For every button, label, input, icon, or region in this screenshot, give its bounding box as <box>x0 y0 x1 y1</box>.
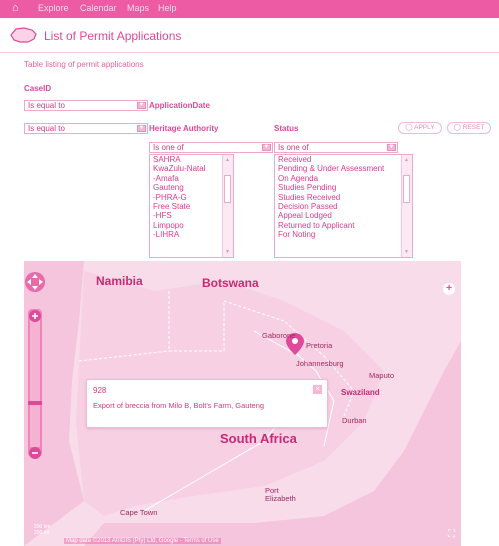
map-scale: 200 km 200 mi <box>34 524 50 536</box>
map-view[interactable]: Namibia Botswana South Africa Swaziland … <box>24 261 461 546</box>
africa-map-icon <box>10 27 37 43</box>
list-item[interactable]: Gauteng <box>150 183 233 192</box>
map-zoom-control[interactable] <box>24 261 46 461</box>
chevron-down-icon: ▼ <box>137 102 146 109</box>
top-nav-bar: ⌂ Explore Calendar Maps Help <box>0 0 499 18</box>
popup-description: Export of breccia from Milo B, Bolt's Fa… <box>93 401 265 410</box>
application-date-label: ApplicationDate <box>149 101 210 110</box>
scroll-down-icon[interactable]: ▼ <box>403 249 410 255</box>
list-item[interactable]: SAHRA <box>150 155 233 164</box>
status-operator-value: Is one of <box>278 143 309 152</box>
application-date-operator-select[interactable]: Is equal to ▼ <box>24 123 148 134</box>
map-info-popup: 928 Export of breccia from Milo B, Bolt'… <box>86 379 328 428</box>
map-attribution[interactable]: Map data ©2013 AfriGIS (Pty) Ltd, Google… <box>64 538 221 544</box>
home-icon[interactable]: ⌂ <box>12 2 19 14</box>
scroll-up-icon[interactable]: ▲ <box>403 157 410 163</box>
application-date-operator-value: Is equal to <box>28 124 65 133</box>
list-item[interactable]: Free State <box>150 202 233 211</box>
list-item[interactable]: -HFS <box>150 211 233 220</box>
fullscreen-icon[interactable]: ⛶ <box>448 529 455 540</box>
map-label-gaborone: Gaborone <box>262 331 296 340</box>
nav-maps[interactable]: Maps <box>127 3 149 13</box>
close-icon[interactable]: ✕ <box>313 385 322 394</box>
caseid-operator-select[interactable]: Is equal to ▼ <box>24 100 148 111</box>
scroll-thumb[interactable] <box>403 175 410 203</box>
nav-calendar[interactable]: Calendar <box>80 3 117 13</box>
reset-icon: ◯ <box>453 124 461 131</box>
map-label-pretoria: Pretoria <box>306 341 333 350</box>
list-item[interactable]: Appeal Lodged <box>275 211 412 220</box>
scroll-thumb[interactable] <box>224 175 231 203</box>
chevron-down-icon: ▼ <box>387 144 396 151</box>
scale-mi: 200 mi <box>34 530 50 536</box>
map-label-namibia: Namibia <box>96 274 143 288</box>
status-listbox[interactable]: Received Pending & Under Assessment On A… <box>274 154 413 258</box>
caseid-label: CaseID <box>24 84 52 93</box>
map-label-botswana: Botswana <box>202 276 259 290</box>
list-item[interactable]: -PHRA-G <box>150 193 233 202</box>
map-label-cape-town: Cape Town <box>120 508 158 517</box>
nav-help[interactable]: Help <box>158 3 177 13</box>
status-scrollbar[interactable]: ▲ ▼ <box>401 155 412 257</box>
heritage-authority-label: Heritage Authority <box>149 124 219 133</box>
list-item[interactable]: -LIHRA <box>150 230 233 239</box>
reset-button[interactable]: ◯ RESET <box>447 122 491 134</box>
page-header: List of Permit Applications <box>0 18 499 53</box>
apply-label: APPLY <box>414 124 435 131</box>
map-label-johannesburg: Johannesburg <box>296 359 344 368</box>
popup-case-id[interactable]: 928 <box>93 386 106 395</box>
scroll-down-icon[interactable]: ▼ <box>224 249 231 255</box>
list-item[interactable]: Pending & Under Assessment <box>275 164 412 173</box>
map-label-swaziland: Swaziland <box>341 388 380 397</box>
list-item[interactable]: Received <box>275 155 412 164</box>
map-expand-button[interactable]: + <box>443 283 455 295</box>
heritage-authority-operator-select[interactable]: Is one of ▼ <box>149 142 273 153</box>
chevron-down-icon: ▼ <box>137 125 146 132</box>
list-item[interactable]: Studies Pending <box>275 183 412 192</box>
list-item[interactable]: Limpopo <box>150 221 233 230</box>
scroll-up-icon[interactable]: ▲ <box>224 157 231 163</box>
map-label-maputo: Maputo <box>369 371 395 380</box>
list-item[interactable]: On Agenda <box>275 174 412 183</box>
heritage-authority-scrollbar[interactable]: ▲ ▼ <box>222 155 233 257</box>
chevron-down-icon: ▼ <box>262 144 271 151</box>
list-item[interactable]: -Amafa <box>150 174 233 183</box>
map-label-south-africa: South Africa <box>220 431 297 446</box>
heritage-authority-listbox[interactable]: SAHRA KwaZulu-Natal -Amafa Gauteng -PHRA… <box>149 154 234 258</box>
table-caption: Table listing of permit applications <box>24 60 144 69</box>
page-title: List of Permit Applications <box>44 29 182 43</box>
list-item[interactable]: For Noting <box>275 230 412 239</box>
caseid-operator-value: Is equal to <box>28 101 65 110</box>
list-item[interactable]: Returned to Applicant <box>275 221 412 230</box>
nav-explore[interactable]: Explore <box>38 3 69 13</box>
list-item[interactable]: Studies Received <box>275 193 412 202</box>
map-label-durban: Durban <box>342 416 367 425</box>
apply-button[interactable]: ◯ APPLY <box>398 122 442 134</box>
reset-label: RESET <box>462 124 485 131</box>
status-operator-select[interactable]: Is one of ▼ <box>274 142 398 153</box>
heritage-authority-operator-value: Is one of <box>153 143 184 152</box>
list-item[interactable]: KwaZulu-Natal <box>150 164 233 173</box>
apply-icon: ◯ <box>405 124 413 131</box>
map-label-port-elizabeth: Port Elizabeth <box>265 486 296 503</box>
list-item[interactable]: Decision Passed <box>275 202 412 211</box>
status-label: Status <box>274 124 299 133</box>
